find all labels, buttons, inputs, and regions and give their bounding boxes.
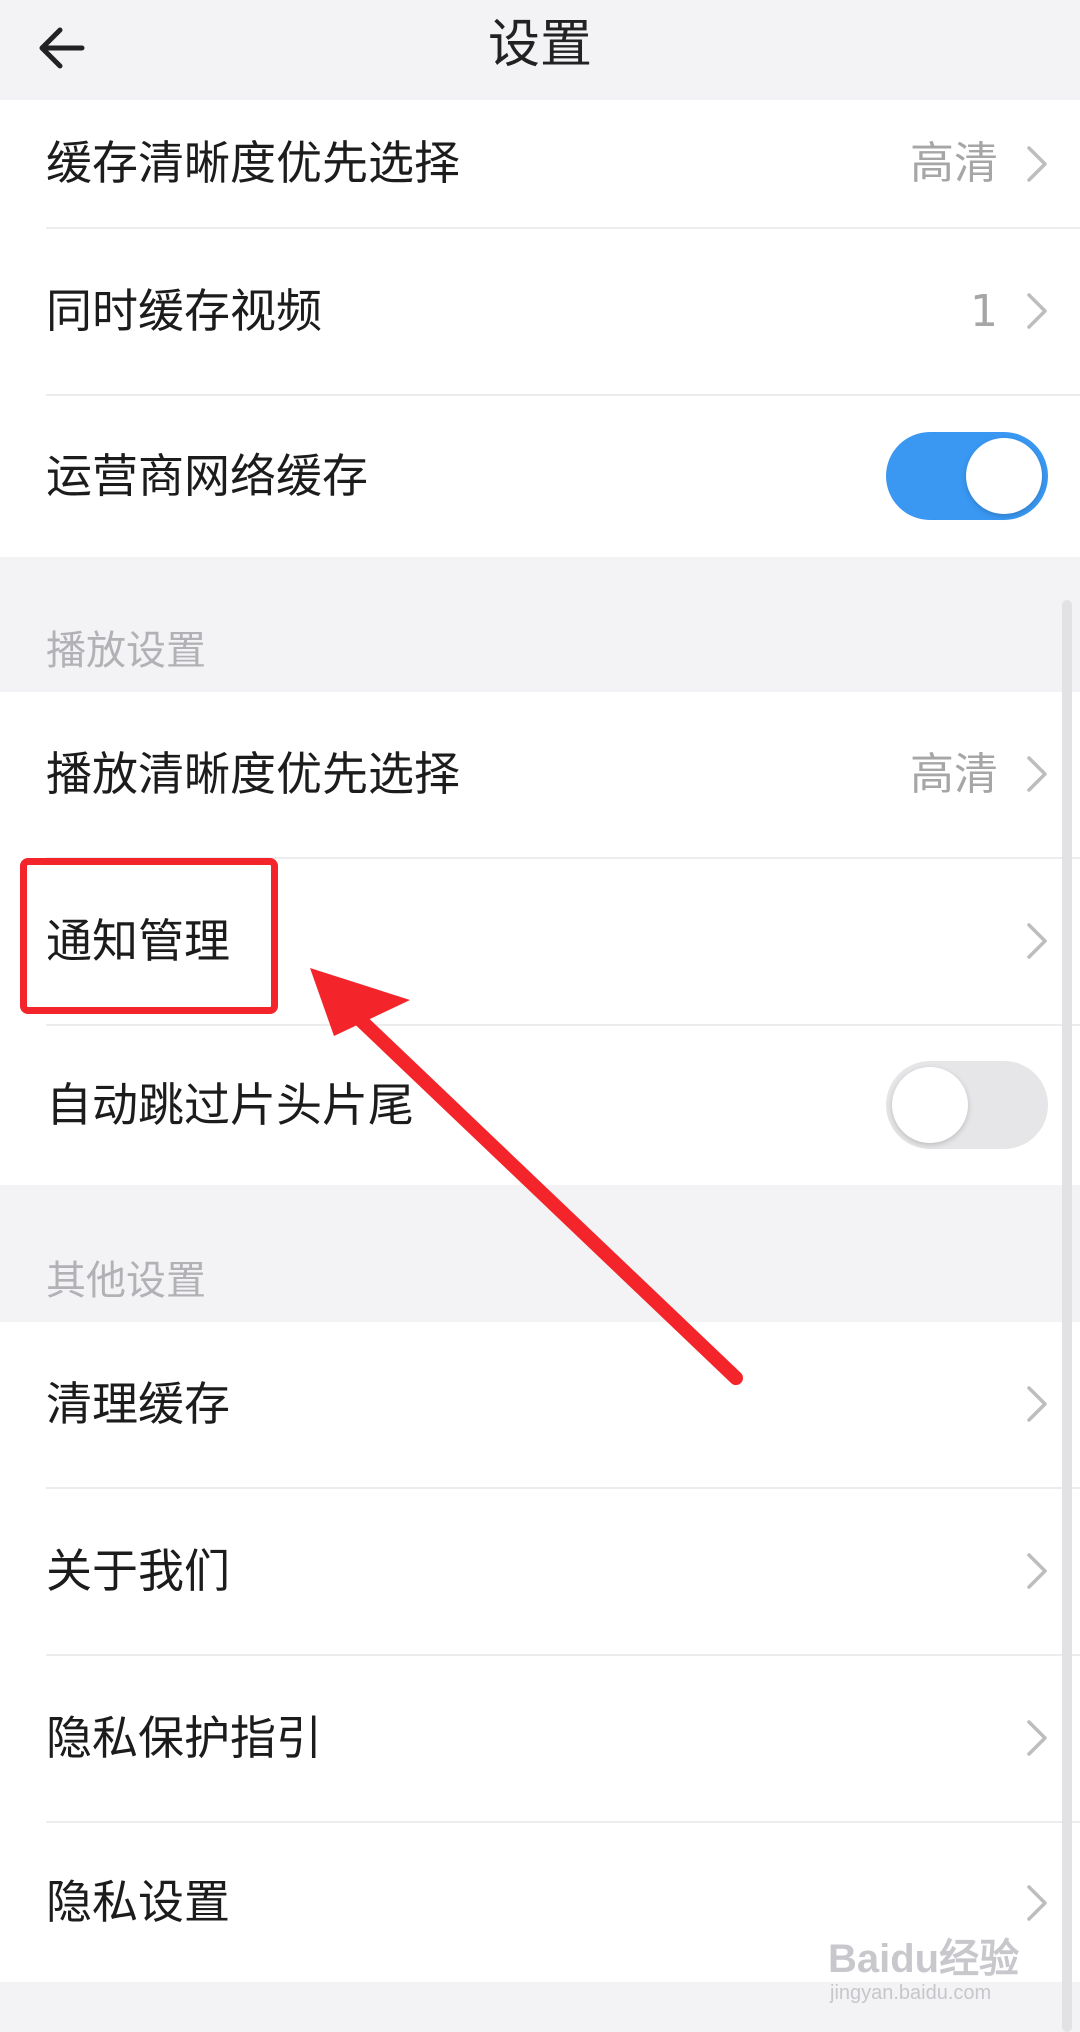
toggle-knob — [966, 438, 1042, 514]
privacy-settings-row[interactable]: 隐私设置 — [0, 1823, 1080, 1982]
cache-quality-row[interactable]: 缓存清晰度优先选择 高清 — [0, 100, 1080, 227]
row-value: 高清 — [910, 138, 998, 189]
carrier-network-cache-toggle[interactable] — [886, 432, 1048, 520]
other-settings-group: 清理缓存 关于我们 隐私保护指引 隐私设置 — [0, 1322, 1080, 1982]
playback-quality-row[interactable]: 播放清晰度优先选择 高清 — [0, 692, 1080, 857]
row-label: 隐私保护指引 — [46, 1711, 322, 1765]
row-label: 自动跳过片头片尾 — [46, 1078, 414, 1132]
row-value: 1 — [970, 286, 998, 337]
row-label: 运营商网络缓存 — [46, 449, 368, 503]
toggle-knob — [892, 1067, 968, 1143]
top-app-bar: 设置 — [0, 0, 1080, 100]
carrier-network-cache-row: 运营商网络缓存 — [0, 396, 1080, 557]
row-label: 缓存清晰度优先选择 — [46, 136, 460, 190]
chevron-right-icon — [1027, 1720, 1047, 1756]
chevron-right-icon — [1027, 1553, 1047, 1589]
section-title-playback: 播放设置 — [46, 628, 206, 674]
privacy-guide-row[interactable]: 隐私保护指引 — [0, 1656, 1080, 1821]
skip-intro-outro-row: 自动跳过片头片尾 — [0, 1026, 1080, 1185]
section-title-other: 其他设置 — [46, 1258, 206, 1304]
row-label: 播放清晰度优先选择 — [46, 747, 460, 801]
scrollbar[interactable] — [1062, 600, 1072, 2032]
chevron-right-icon — [1027, 1885, 1047, 1921]
chevron-right-icon — [1027, 146, 1047, 182]
row-label: 清理缓存 — [46, 1377, 230, 1431]
chevron-right-icon — [1027, 756, 1047, 792]
concurrent-cache-row[interactable]: 同时缓存视频 1 — [0, 229, 1080, 394]
playback-settings-group: 播放清晰度优先选择 高清 通知管理 自动跳过片头片尾 — [0, 692, 1080, 1185]
page-title: 设置 — [487, 15, 592, 75]
chevron-right-icon — [1027, 293, 1047, 329]
row-label: 同时缓存视频 — [46, 284, 322, 338]
row-value: 高清 — [910, 749, 998, 800]
chevron-right-icon — [1027, 1386, 1047, 1422]
cache-settings-group: 缓存清晰度优先选择 高清 同时缓存视频 1 运营商网络缓存 — [0, 100, 1080, 557]
about-us-row[interactable]: 关于我们 — [0, 1489, 1080, 1654]
skip-intro-outro-toggle[interactable] — [886, 1061, 1048, 1149]
row-label: 通知管理 — [46, 914, 230, 968]
row-label: 隐私设置 — [46, 1875, 230, 1929]
watermark-url: jingyan.baidu.com — [830, 1982, 992, 2004]
chevron-right-icon — [1027, 923, 1047, 959]
notification-management-row[interactable]: 通知管理 — [0, 859, 1080, 1024]
clear-cache-row[interactable]: 清理缓存 — [0, 1322, 1080, 1487]
row-label: 关于我们 — [46, 1544, 230, 1598]
